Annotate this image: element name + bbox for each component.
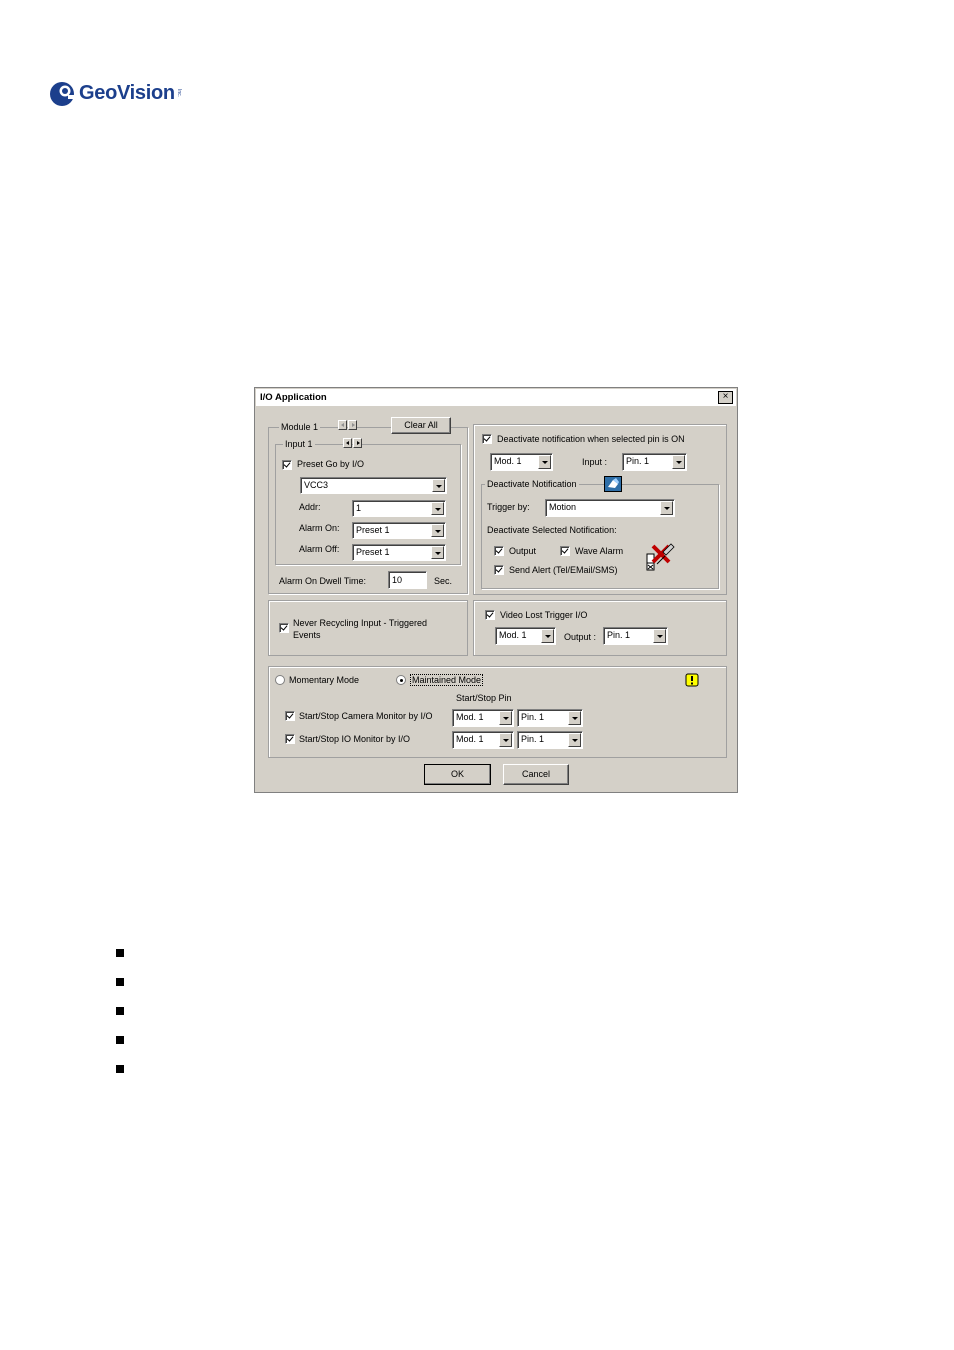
camera-monitor-pin-select[interactable]: Pin. 1 [517,709,583,727]
ok-button[interactable]: OK [424,764,491,785]
notification-settings-icon[interactable] [604,476,622,492]
bullet-marker [116,1036,124,1044]
bullet-marker [116,978,124,986]
chevron-down-icon[interactable] [672,455,685,469]
video-lost-pin-select[interactable]: Pin. 1 [603,627,668,645]
chevron-down-icon[interactable] [499,711,512,725]
chevron-down-icon[interactable] [538,455,551,469]
alarm-on-label: Alarm On: [299,523,340,533]
deactivate-label: Deactivate notification when selected pi… [497,434,685,444]
dwell-label: Alarm On Dwell Time: [279,576,367,586]
io-monitor-pin-select[interactable]: Pin. 1 [517,731,583,749]
trigger-by-label: Trigger by: [487,502,530,512]
deactivate-pin-select[interactable]: Pin. 1 [622,453,687,471]
send-alert-label: Send Alert (Tel/EMail/SMS) [509,565,618,575]
maintained-mode-radio[interactable] [396,675,406,685]
io-monitor-checkbox[interactable] [285,734,295,744]
logo-sub: Inc. [175,88,182,98]
alarm-on-select[interactable]: Preset 1 [352,522,446,539]
never-recycling-label: Never Recycling Input - Triggered Events [293,618,428,640]
camera-monitor-checkbox[interactable] [285,711,295,721]
module-prev-button[interactable] [338,420,347,430]
close-button[interactable]: × [718,391,733,404]
io-application-dialog: I/O Application × Module 1 Clear All Inp… [254,387,738,793]
cancel-button[interactable]: Cancel [503,764,569,785]
geovision-logo-mark-icon [48,79,76,107]
addr-select[interactable]: 1 [352,500,446,517]
preset-go-label: Preset Go by I/O [297,459,365,469]
chevron-down-icon[interactable] [499,733,512,747]
deactivate-module-select[interactable]: Mod. 1 [490,453,553,471]
wave-alarm-checkbox[interactable] [560,546,570,556]
io-monitor-module-select[interactable]: Mod. 1 [452,731,514,749]
wave-alarm-label: Wave Alarm [575,546,624,556]
chevron-down-icon[interactable] [431,524,444,537]
chevron-down-icon[interactable] [568,733,581,747]
warning-icon[interactable] [685,673,699,687]
close-icon: × [722,391,729,402]
output-label: Output [509,546,537,556]
bullet-marker [116,1065,124,1073]
input-prev-button[interactable] [343,438,352,448]
deactivate-checkbox[interactable] [482,434,492,444]
camera-monitor-label: Start/Stop Camera Monitor by I/O [299,711,433,721]
start-stop-pin-label: Start/Stop Pin [456,693,512,703]
title-bar: I/O Application × [256,389,736,406]
maintained-mode-label: Maintained Mode [410,674,484,686]
module-next-button[interactable] [348,420,357,430]
chevron-down-icon[interactable] [660,501,673,515]
dwell-unit: Sec. [434,576,453,586]
io-monitor-label: Start/Stop IO Monitor by I/O [299,734,411,744]
geovision-logo: GeoVision Inc. [48,76,182,110]
dwell-input[interactable]: 10 [388,571,427,589]
module-label: Module 1 [279,422,321,432]
deactivate-selected-label: Deactivate Selected Notification: [487,525,617,535]
chevron-down-icon[interactable] [541,629,554,643]
trigger-by-select[interactable]: Motion [545,499,675,517]
send-alert-checkbox[interactable] [494,565,504,575]
chevron-down-icon[interactable] [568,711,581,725]
output-checkbox[interactable] [494,546,504,556]
deactivate-input-label: Input : [582,457,608,467]
chevron-down-icon[interactable] [653,629,666,643]
input-label: Input 1 [283,439,315,449]
chevron-down-icon[interactable] [432,479,445,492]
momentary-mode-radio[interactable] [275,675,285,685]
preset-go-checkbox[interactable] [282,460,292,470]
video-lost-output-label: Output : [564,632,597,642]
dialog-title: I/O Application [260,392,327,403]
video-lost-module-select[interactable]: Mod. 1 [495,627,556,645]
input-next-button[interactable] [353,438,362,448]
alarm-off-select[interactable]: Preset 1 [352,544,446,561]
chevron-down-icon[interactable] [431,546,444,559]
momentary-mode-label: Momentary Mode [289,675,360,685]
camera-monitor-module-select[interactable]: Mod. 1 [452,709,514,727]
video-lost-checkbox[interactable] [485,610,495,620]
never-recycling-checkbox[interactable] [279,623,289,633]
addr-label: Addr: [299,502,321,512]
deactivate-notification-label: Deactivate Notification [485,479,579,489]
video-lost-label: Video Lost Trigger I/O [500,610,588,620]
chevron-down-icon[interactable] [431,502,444,515]
notification-alert-icon [645,542,677,572]
clear-all-button[interactable]: Clear All [391,417,451,434]
camera-select[interactable]: VCC3 [300,477,447,494]
bullet-marker [116,1007,124,1015]
alarm-off-label: Alarm Off: [299,544,340,554]
logo-text: GeoVision [79,81,175,104]
bullet-marker [116,949,124,957]
